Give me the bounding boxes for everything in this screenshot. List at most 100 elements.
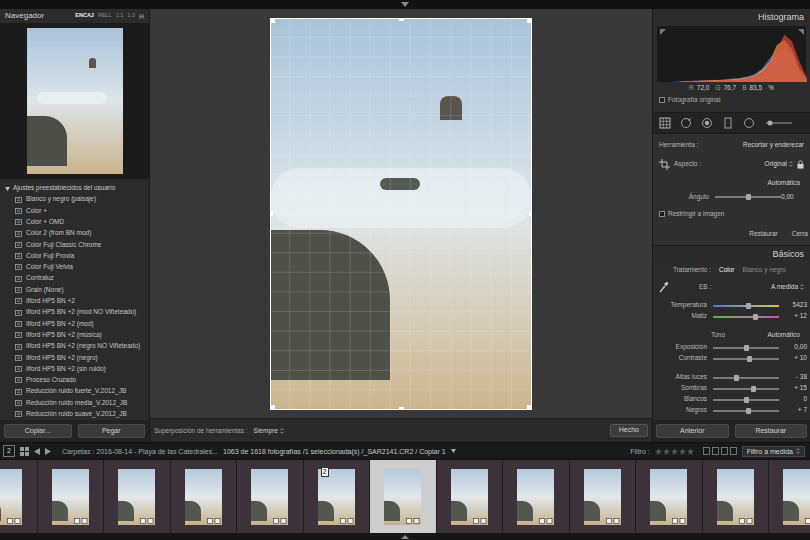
filmstrip-cell[interactable] — [0, 460, 38, 533]
virtual-copy-filter-icon[interactable] — [730, 447, 737, 455]
crop-tool-icon[interactable] — [659, 117, 671, 129]
filter-value[interactable]: Filtro a medida — [747, 448, 793, 455]
slider-knob[interactable] — [746, 408, 751, 414]
slider-value[interactable]: 5423 — [779, 302, 810, 309]
preset-item[interactable]: Contraluz — [0, 273, 149, 284]
filter-select[interactable]: Filtro a medida — [742, 446, 805, 457]
lock-icon[interactable] — [797, 160, 804, 169]
preset-label[interactable]: Ilford HP5 BN +2 (negro NO Viñeteado) — [26, 343, 140, 350]
preset-item[interactable]: Ilford HP5 BN +2 (negro NO Viñeteado) — [0, 341, 149, 352]
slider-track[interactable] — [713, 410, 779, 412]
zoom-option[interactable]: ENCAJ — [75, 13, 94, 19]
preset-item[interactable]: Ilford HP5 BN +2 (mod) — [0, 318, 149, 329]
slider-knob[interactable] — [746, 194, 751, 200]
filmstrip-cell[interactable] — [503, 460, 570, 533]
rating-filter[interactable] — [655, 448, 694, 455]
crop-handle[interactable] — [270, 18, 275, 23]
preset-label[interactable]: Reducción ruido fuerte_V.2012_JB — [26, 388, 126, 395]
radial-filter-icon[interactable] — [743, 117, 755, 129]
treatment-option[interactable]: Color — [719, 267, 735, 274]
navigator-photo[interactable] — [27, 28, 123, 174]
filmstrip-cell[interactable] — [237, 460, 304, 533]
auto-straighten-button[interactable]: Automática — [767, 180, 800, 187]
preset-item[interactable]: Reducción ruido media_V.2012_JB — [0, 397, 149, 408]
graduated-filter-icon[interactable] — [722, 117, 734, 129]
zoom-option[interactable]: RELL — [98, 13, 112, 19]
preset-label[interactable]: Ilford HP5 BN +2 (música) — [26, 332, 102, 339]
preset-item[interactable]: Color + OMD — [0, 217, 149, 228]
preset-label[interactable]: Grain (None) — [26, 287, 64, 294]
stack-count-badge[interactable]: 2 — [321, 467, 329, 477]
filmstrip-cell[interactable] — [769, 460, 810, 533]
original-photo-toggle[interactable]: Fotografía original — [653, 94, 810, 106]
tone-auto-button[interactable]: Automático — [767, 332, 800, 339]
dropdown-icon[interactable] — [280, 428, 284, 434]
crop-reset-button[interactable]: Restaurar — [749, 231, 778, 238]
preset-item[interactable]: Ilford HP5 BN +2 (negro) — [0, 352, 149, 363]
slider-value[interactable]: + 15 — [779, 385, 810, 392]
crop-handle[interactable] — [529, 211, 532, 216]
star-icon[interactable] — [663, 448, 670, 455]
copy-button[interactable]: Copiar... — [4, 424, 72, 438]
preset-label[interactable]: Color 2 (from BN mod) — [26, 230, 91, 237]
constrain-row[interactable]: Restringir a imagen — [653, 204, 810, 224]
filmstrip-cell[interactable] — [370, 460, 437, 533]
zoom-option[interactable]: 1:3 — [127, 13, 135, 19]
thumbnail[interactable] — [251, 469, 288, 525]
slider-knob[interactable] — [744, 397, 749, 403]
done-button[interactable]: Hecho — [610, 424, 648, 437]
preset-item[interactable]: Color Fuji Provia — [0, 250, 149, 261]
slider-knob[interactable] — [734, 375, 739, 381]
forward-arrow-icon[interactable] — [45, 448, 51, 455]
slider-track[interactable] — [713, 316, 779, 318]
main-photo[interactable] — [270, 18, 532, 410]
preset-label[interactable]: Reducción ruido media_V.2012_JB — [26, 400, 127, 407]
preset-item[interactable]: Color Fuji Velvia — [0, 262, 149, 273]
filmstrip-cell[interactable] — [171, 460, 238, 533]
selection-info[interactable]: 1063 de 1618 fotografías /1 seleccionada… — [223, 448, 446, 455]
treatment-option[interactable]: Blanco y negro — [743, 267, 786, 274]
crop-handle[interactable] — [399, 18, 404, 21]
dropdown-icon[interactable] — [796, 448, 800, 454]
slider-value[interactable]: 0 — [779, 396, 810, 403]
constrain-checkbox[interactable] — [659, 211, 665, 217]
slider-track[interactable] — [713, 347, 779, 349]
slider-value[interactable]: + 12 — [779, 313, 810, 320]
preset-label[interactable]: Ilford HP5 BN +2 (mod) — [26, 321, 94, 328]
red-eye-icon[interactable] — [701, 117, 713, 129]
expand-triangle-icon[interactable] — [5, 187, 10, 191]
overlay-value[interactable]: Siempre — [254, 426, 278, 436]
preset-item[interactable]: Ilford HP5 BN +2 — [0, 296, 149, 307]
preset-label[interactable]: Proceso Cruzado — [26, 377, 76, 384]
dropdown-icon[interactable] — [789, 161, 793, 167]
star-icon[interactable] — [655, 448, 662, 455]
slider-value[interactable]: 0,00 — [779, 344, 810, 351]
preset-label[interactable]: Color Fuji Classic Chrome — [26, 242, 102, 249]
reset-button[interactable]: Restaurar — [735, 424, 808, 438]
crop-handle[interactable] — [399, 407, 404, 410]
filmstrip-cell[interactable] — [570, 460, 637, 533]
thumbnail[interactable] — [584, 469, 621, 525]
filmstrip-cell[interactable] — [437, 460, 504, 533]
preset-item[interactable]: Color Fuji Classic Chrome — [0, 239, 149, 250]
preset-item[interactable]: Ilford HP5 BN +2 (música) — [0, 330, 149, 341]
thumbnail[interactable] — [650, 469, 687, 525]
slider-track[interactable] — [713, 305, 779, 307]
preset-item[interactable]: Proceso Cruzado — [0, 375, 149, 386]
original-checkbox[interactable] — [659, 97, 665, 103]
preset-item[interactable]: Reducción ruido fuerte_V.2012_JB — [0, 386, 149, 397]
grid-view-icon[interactable] — [20, 447, 29, 456]
thumbnail[interactable] — [783, 469, 810, 525]
slider-knob[interactable] — [746, 303, 751, 309]
slider-track[interactable] — [715, 196, 781, 198]
crop-grid-overlay[interactable] — [270, 18, 532, 410]
collapse-arrow-icon[interactable] — [401, 2, 409, 7]
overlay-select[interactable]: Siempre — [254, 426, 284, 436]
crop-handle[interactable] — [270, 211, 273, 216]
basic-panel-header[interactable]: Básicos — [653, 246, 810, 262]
thumbnail[interactable] — [0, 469, 22, 525]
slider-knob[interactable] — [751, 386, 756, 392]
dropdown-icon[interactable] — [800, 284, 804, 290]
slider-track[interactable] — [713, 377, 779, 379]
flag-filter-icon[interactable] — [703, 447, 710, 455]
